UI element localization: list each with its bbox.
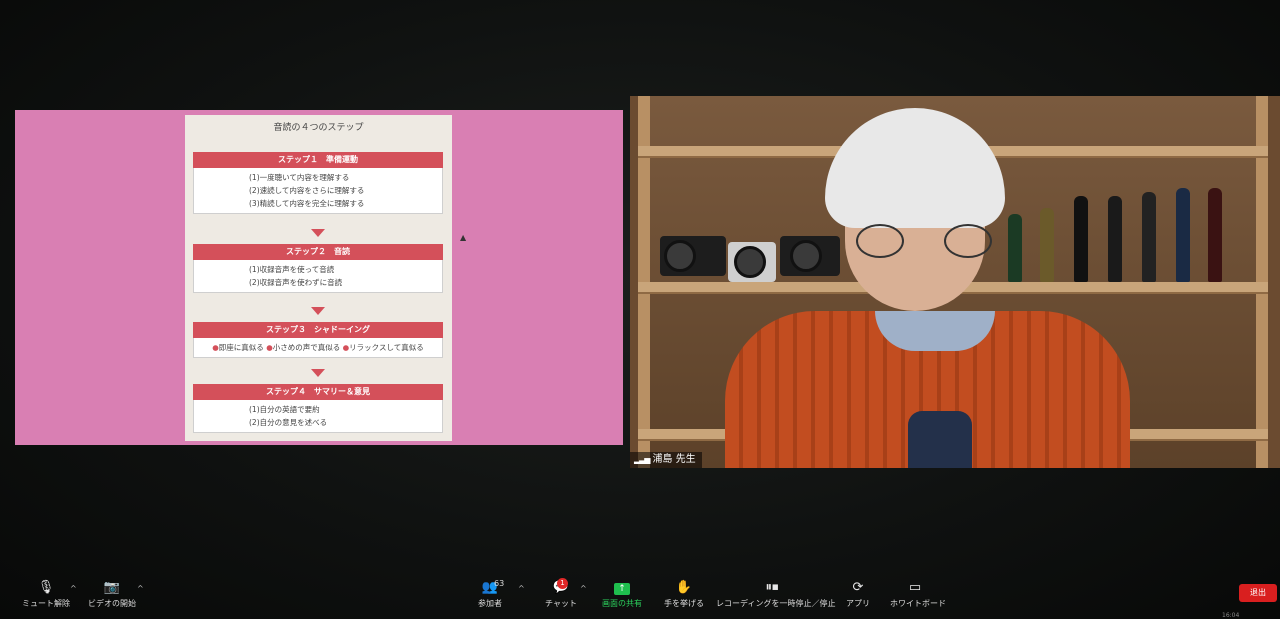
meeting-toolbar: 🎙 ミュート解除 ^ 📷 ビデオの開始 ^ 👥 63 参加者 ^ 💬 1 チャッ… <box>0 574 1280 619</box>
speaker-video[interactable]: ▂▃▅ 浦島 先生 <box>630 96 1280 468</box>
participants-chevron-icon[interactable]: ^ <box>518 584 525 593</box>
glasses-icon <box>944 224 992 258</box>
step-item: 小さめの声で真似る <box>272 343 341 352</box>
down-arrow-icon <box>311 307 325 315</box>
raise-hand-icon: ✋ <box>675 580 693 595</box>
whiteboard-label: ホワイトボード <box>890 599 946 608</box>
camera-decoration <box>660 236 726 276</box>
step-line: (3)精読して内容を完全に理解する <box>249 199 365 208</box>
step-heading: ステップ４ サマリー＆意見 <box>193 384 443 400</box>
step-body: (1)収録音声を使って音読 (2)収録音声を使わずに音読 <box>193 260 443 293</box>
step-body: ●即座に真似る ●小さめの声で真似る ●リラックスして真似る <box>193 338 443 358</box>
recording-label: レコーディングを一時停止／停止 <box>716 599 836 608</box>
down-arrow-icon <box>311 369 325 377</box>
chat-button[interactable]: 💬 1 チャット <box>544 578 578 609</box>
step-heading: ステップ１ 準備運動 <box>193 152 443 168</box>
system-clock: 16:04 <box>1222 612 1240 619</box>
apps-button[interactable]: ⟳ アプリ <box>844 580 872 609</box>
step-line: (1)一度聴いて内容を理解する <box>249 173 350 182</box>
step-heading: ステップ３ シャドーイング <box>193 322 443 338</box>
signal-strength-icon: ▂▃▅ <box>634 455 651 464</box>
step-item: リラックスして真似る <box>349 343 424 352</box>
camera-decoration <box>728 242 776 282</box>
video-off-icon: 📷 <box>103 580 121 595</box>
mouse-pointer-icon: ▲ <box>460 233 467 242</box>
presentation-slide: 音読の４つのステップ ステップ１ 準備運動 (1)一度聴いて内容を理解する (2… <box>185 115 466 441</box>
raise-hand-label: 手を挙げる <box>664 599 704 608</box>
microphone-muted-icon: 🎙 <box>37 580 55 595</box>
participants-button[interactable]: 👥 63 参加者 <box>470 579 510 609</box>
raise-hand-button[interactable]: ✋ 手を挙げる <box>663 580 705 609</box>
recording-control-button[interactable]: ⏸⏹ レコーディングを一時停止／停止 <box>716 580 836 609</box>
glasses-icon <box>856 224 904 258</box>
chat-unread-badge: 1 <box>557 578 568 589</box>
step-3: ステップ３ シャドーイング ●即座に真似る ●小さめの声で真似る ●リラックスし… <box>193 322 443 358</box>
step-body: (1)一度聴いて内容を理解する (2)速読して内容をさらに理解する (3)精読し… <box>193 168 443 214</box>
bottle-decoration <box>1176 188 1190 282</box>
chat-chevron-icon[interactable]: ^ <box>580 584 587 593</box>
start-video-label: ビデオの開始 <box>88 599 136 608</box>
bottle-decoration <box>1008 214 1022 282</box>
step-item: 即座に真似る <box>218 343 264 352</box>
bottle-decoration <box>1108 196 1122 282</box>
step-line: (1)自分の英語で要約 <box>249 405 320 414</box>
apps-label: アプリ <box>846 599 870 608</box>
pause-stop-recording-icon: ⏸⏹ <box>765 580 779 595</box>
step-1: ステップ１ 準備運動 (1)一度聴いて内容を理解する (2)速読して内容をさらに… <box>193 152 443 214</box>
participant-name: 浦島 先生 <box>652 454 696 465</box>
down-arrow-icon <box>311 229 325 237</box>
whiteboard-icon: ▭ <box>908 580 922 595</box>
step-line: (2)収録音声を使わずに音読 <box>249 278 343 287</box>
bottle-decoration <box>1142 192 1156 282</box>
video-options-chevron-icon[interactable]: ^ <box>137 584 144 593</box>
chat-label: チャット <box>545 599 577 608</box>
bottle-decoration <box>1074 196 1088 282</box>
bottle-decoration <box>1040 208 1054 282</box>
step-heading: ステップ２ 音読 <box>193 244 443 260</box>
step-line: (2)自分の意見を述べる <box>249 418 328 427</box>
shared-screen: 音読の４つのステップ ステップ１ 準備運動 (1)一度聴いて内容を理解する (2… <box>15 110 623 445</box>
bottle-decoration <box>1208 188 1222 282</box>
step-body: (1)自分の英語で要約 (2)自分の意見を述べる <box>193 400 443 433</box>
leave-meeting-button[interactable]: 退出 <box>1239 584 1277 602</box>
camera-decoration <box>780 236 840 276</box>
share-screen-button[interactable]: ↑ 画面の共有 <box>600 580 644 609</box>
start-video-button[interactable]: 📷 ビデオの開始 <box>88 580 136 609</box>
step-line: (1)収録音声を使って音読 <box>249 265 335 274</box>
participant-name-tag: ▂▃▅ 浦島 先生 <box>630 452 702 468</box>
apps-icon: ⟳ <box>852 580 864 595</box>
slide-title: 音読の４つのステップ <box>273 123 364 133</box>
step-2: ステップ２ 音読 (1)収録音声を使って音読 (2)収録音声を使わずに音読 <box>193 244 443 293</box>
share-screen-label: 画面の共有 <box>602 599 642 608</box>
participants-count: 63 <box>494 579 505 588</box>
share-screen-icon: ↑ <box>614 583 630 595</box>
microphone-decoration <box>908 411 972 468</box>
audio-options-chevron-icon[interactable]: ^ <box>70 584 77 593</box>
participants-label: 参加者 <box>478 599 502 608</box>
unmute-label: ミュート解除 <box>22 599 70 608</box>
step-4: ステップ４ サマリー＆意見 (1)自分の英語で要約 (2)自分の意見を述べる <box>193 384 443 433</box>
step-line: (2)速読して内容をさらに理解する <box>249 186 365 195</box>
whiteboard-button[interactable]: ▭ ホワイトボード <box>890 580 946 609</box>
unmute-button[interactable]: 🎙 ミュート解除 <box>22 580 70 609</box>
